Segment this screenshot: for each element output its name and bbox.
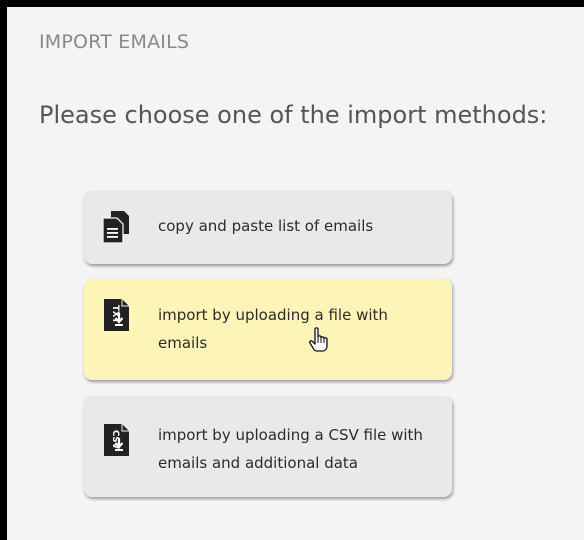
copy-paste-option-button[interactable]: copy and paste list of emails — [84, 191, 452, 264]
upload-csv-file-option-button[interactable]: CSV import by uploading a CSV file with … — [84, 396, 452, 497]
upload-csv-file-option-label: import by uploading a CSV file with emai… — [158, 426, 423, 472]
import-emails-panel: IMPORT EMAILS Please choose one of the i… — [7, 7, 584, 540]
upload-txt-file-option-label: import by uploading a file with emails — [158, 306, 388, 352]
upload-txt-file-option-button[interactable]: TXT import by uploading a file with emai… — [84, 279, 452, 380]
copy-paste-option-label: copy and paste list of emails — [158, 217, 374, 235]
txt-file-upload-icon: TXT — [104, 299, 129, 331]
page-title: IMPORT EMAILS — [39, 31, 190, 53]
csv-file-upload-icon: CSV — [104, 424, 129, 456]
instructions-text: Please choose one of the import methods: — [39, 101, 548, 129]
copy-paste-icon — [102, 211, 129, 244]
